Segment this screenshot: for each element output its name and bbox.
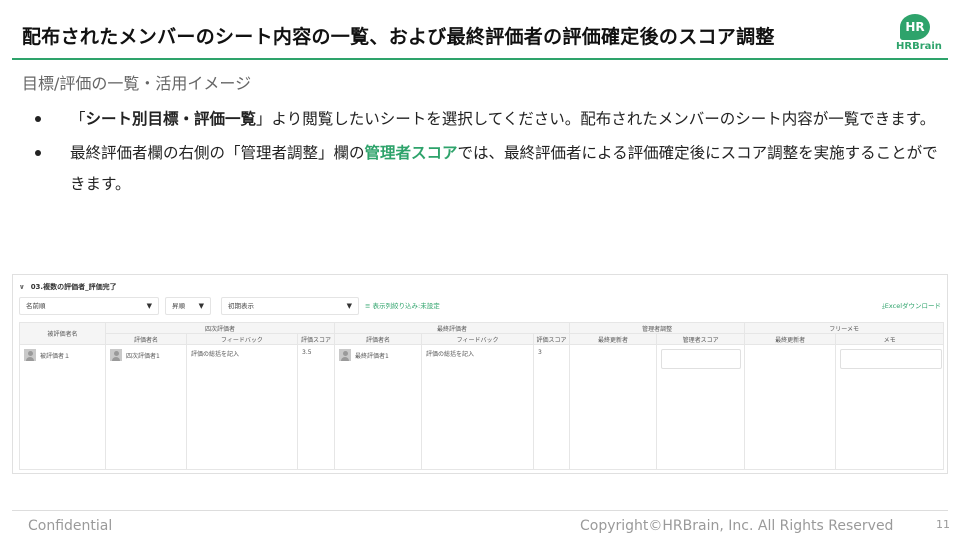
order-select-value: 昇順 [172,302,185,310]
sort-select[interactable]: 名前順 ▼ [19,297,159,315]
app-screenshot: ∨ 03.複数の評価者_評価完了 名前順 ▼ 昇順 ▼ 初期表示 ▼ ≡ 表示列絞… [12,274,948,474]
admin-score-input[interactable] [661,349,742,369]
sort-select-value: 名前順 [26,302,46,310]
evaluation-table: 被評価者名 四次評価者 最終評価者 管理者調整 フリーメモ 評価者名 フィードバ… [19,322,945,470]
final-evaluator-name: 最終評価者1 [355,352,389,360]
sheet-header[interactable]: ∨ 03.複数の評価者_評価完了 [19,282,117,292]
column-filter-label: 表示列絞り込み:未設定 [372,302,440,310]
avatar [339,349,352,361]
final-score-cell: 3 [533,344,571,470]
bullet-dot-icon [35,150,41,156]
filter-icon: ≡ [365,302,373,310]
caret-down-icon: ▼ [198,302,204,310]
column-group-admin-adjust: 管理者調整 [569,322,746,334]
caret-down-icon: ▼ [146,302,152,310]
excel-download-link[interactable]: ⤓Excelダウンロード [882,297,941,315]
avatar [110,349,122,361]
bullet-text-highlight: 管理者スコア [364,144,458,162]
fourth-evaluator-cell: 四次評価者1 [105,344,187,470]
order-select[interactable]: 昇順 ▼ [165,297,211,315]
hrbrain-logo: HR HRBrain [892,12,942,56]
display-select-value: 初期表示 [228,302,254,310]
avatar [24,349,36,361]
column-header-evaluator-name: 評価者名 [105,333,187,345]
column-header-feedback: フィードバック [186,333,298,345]
title-divider [12,58,948,60]
sheet-title: 03.複数の評価者_評価完了 [30,283,117,291]
fourth-feedback-cell: 評価の総括を記入 [186,344,298,470]
column-filter-link[interactable]: ≡ 表示列絞り込み:未設定 [365,297,440,315]
column-header-updated-by: 最終更新者 [569,333,658,345]
logo-mark: HR [900,14,930,40]
table-row: 被評価者１ 四次評価者1 評価の総括を記入 3.5 最終評価者1 評価の総括を記… [19,344,945,470]
evaluatee-name: 被評価者１ [40,352,71,360]
footer-confidential: Confidential [28,518,113,534]
footer-divider [12,510,948,511]
column-header-evaluatee: 被評価者名 [19,322,106,345]
column-group-free-memo: フリーメモ [744,322,945,334]
page-number: 11 [936,518,950,531]
bullet-text-bold: シート別目標・評価一覧 [85,110,257,128]
column-header-score: 評価スコア [533,333,571,345]
evaluatee-cell: 被評価者１ [19,344,106,470]
display-select[interactable]: 初期表示 ▼ [221,297,359,315]
bullet-list: 「シート別目標・評価一覧」より閲覧したいシートを選択してください。配布されたメン… [30,104,940,203]
column-header-feedback: フィードバック [421,333,535,345]
admin-score-cell [656,344,746,470]
chevron-down-icon[interactable]: ∨ [19,283,25,291]
column-header-memo: メモ [835,333,945,345]
excel-download-label: Excelダウンロード [884,302,941,310]
bullet-item: 「シート別目標・評価一覧」より閲覧したいシートを選択してください。配布されたメン… [30,104,940,135]
bullet-text-pre: 最終評価者欄の右側の「管理者調整」欄の [70,144,365,162]
final-feedback-cell: 評価の総括を記入 [421,344,535,470]
toolbar: 名前順 ▼ 昇順 ▼ 初期表示 ▼ ≡ 表示列絞り込み:未設定 ⤓Excelダウ… [19,297,943,317]
bullet-text-post: 」より閲覧したいシートを選択してください。配布されたメンバーのシート内容が一覧で… [256,110,936,128]
admin-updated-by-cell [569,344,658,470]
slide-title: 配布されたメンバーのシート内容の一覧、および最終評価者の評価確定後のスコア調整 [22,26,775,48]
column-header-score: 評価スコア [296,333,336,345]
column-group-final-evaluator: 最終評価者 [334,322,571,334]
column-header-evaluator-name: 評価者名 [334,333,423,345]
logo-text: HRBrain [896,41,942,52]
memo-updated-by-cell [744,344,837,470]
bullet-text-pre: 「 [70,110,86,128]
final-evaluator-cell: 最終評価者1 [334,344,423,470]
fourth-evaluator-name: 四次評価者1 [126,352,160,360]
memo-cell [835,344,945,470]
column-header-updated-by: 最終更新者 [744,333,837,345]
memo-input[interactable] [840,349,943,369]
bullet-item: 最終評価者欄の右側の「管理者調整」欄の管理者スコアでは、最終評価者による評価確定… [30,138,940,200]
bullet-dot-icon [35,116,41,122]
footer-copyright: Copyright©HRBrain, Inc. All Rights Reser… [580,518,894,534]
column-group-fourth-evaluator: 四次評価者 [104,322,336,334]
column-header-admin-score: 管理者スコア [656,333,746,345]
slide-subtitle: 目標/評価の一覧・活用イメージ [22,74,252,93]
fourth-score-cell: 3.5 [296,344,336,470]
caret-down-icon: ▼ [346,302,352,310]
